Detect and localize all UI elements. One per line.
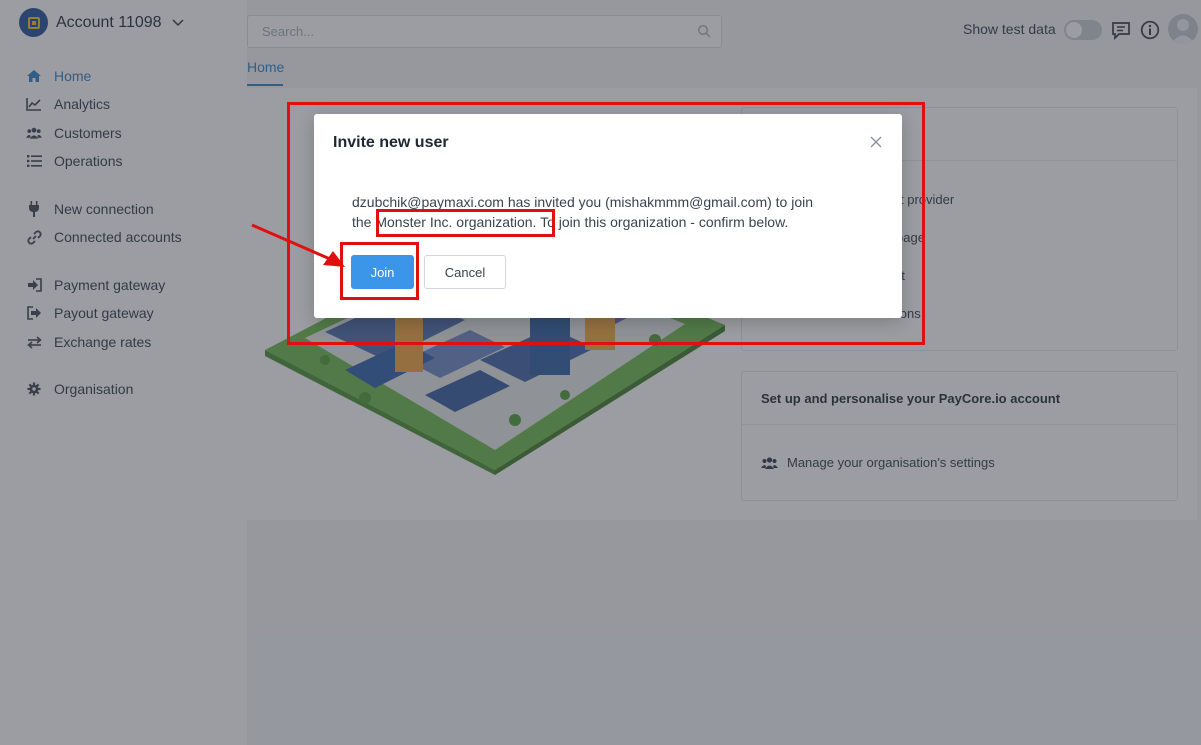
annotation-arrow-icon xyxy=(251,223,345,267)
annotation-org-highlight xyxy=(376,209,555,237)
